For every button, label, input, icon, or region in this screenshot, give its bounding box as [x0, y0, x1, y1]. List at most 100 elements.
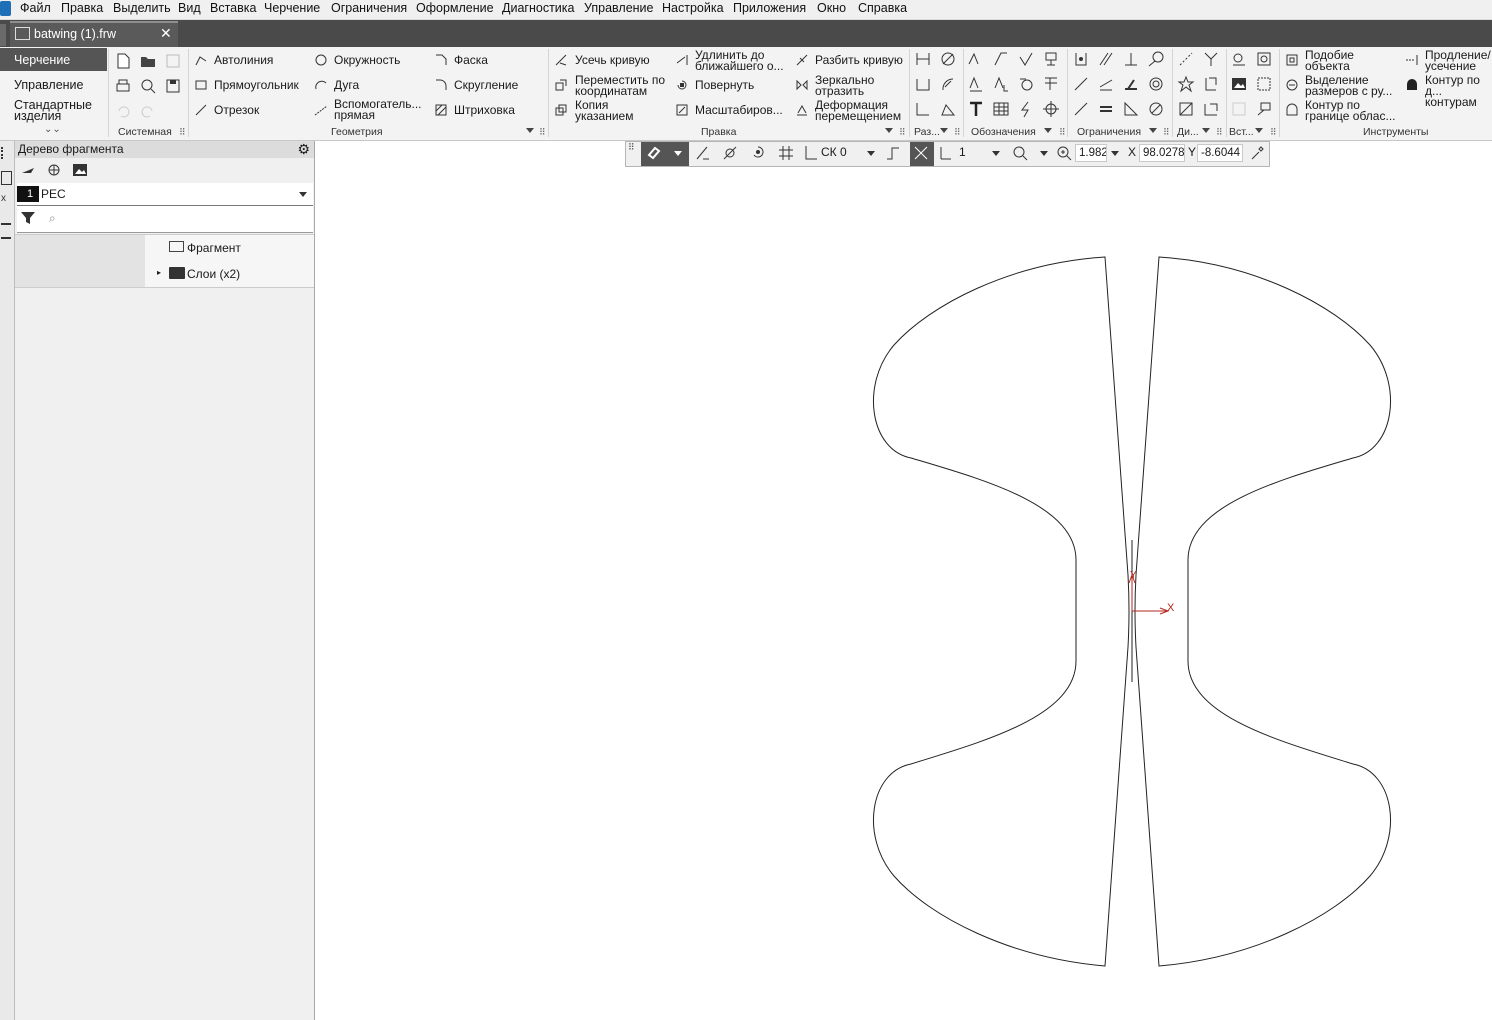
gear-icon[interactable]: ⚙: [297, 141, 310, 158]
diameter-dimension-icon[interactable]: [939, 50, 957, 68]
auxiliary-line-button[interactable]: Вспомогатель... прямая: [334, 98, 429, 121]
cs-dropdown-icon[interactable]: [867, 151, 875, 156]
grid-icon[interactable]: [778, 145, 794, 161]
select-dims-button[interactable]: Выделение размеров с ру...: [1305, 74, 1400, 97]
zoom-dropdown-icon[interactable]: [1040, 151, 1048, 156]
redo-icon[interactable]: [139, 102, 157, 120]
text-leader-icon[interactable]: [967, 75, 985, 93]
rectangle-button[interactable]: Прямоугольник: [214, 78, 299, 92]
menu-insert[interactable]: Вставка: [210, 1, 256, 15]
base-icon[interactable]: [1017, 50, 1035, 68]
layers-toggle-icon[interactable]: [1, 223, 11, 239]
tab-stub[interactable]: [0, 24, 6, 46]
zoom-value-dropdown-icon[interactable]: [1111, 151, 1119, 156]
mode-drawing[interactable]: Черчение: [14, 54, 70, 67]
print-icon[interactable]: [114, 77, 132, 95]
tolerance-icon[interactable]: [1042, 50, 1060, 68]
tree-toggle-icon[interactable]: [1, 147, 13, 159]
menu-file[interactable]: Файл: [20, 1, 51, 15]
linear-dimension-icon[interactable]: [914, 50, 932, 68]
group-grip[interactable]: ⠿: [539, 127, 546, 138]
tree-search-input[interactable]: [67, 210, 301, 228]
group-grip[interactable]: ⠿: [1163, 127, 1170, 138]
equal-radius-icon[interactable]: [1147, 100, 1165, 118]
rotate-button[interactable]: Повернуть: [695, 78, 754, 92]
insert-object-icon[interactable]: [1255, 75, 1273, 93]
length-icon[interactable]: [1177, 75, 1195, 93]
save-as-icon[interactable]: [164, 77, 182, 95]
variables-toggle-icon[interactable]: x: [1, 193, 6, 204]
collinear-icon[interactable]: [1097, 75, 1115, 93]
drawing-canvas[interactable]: X Y: [315, 168, 1492, 1020]
chevron-down-icon[interactable]: [299, 192, 307, 197]
close-tab-icon[interactable]: ✕: [160, 25, 172, 42]
mode-standard-parts[interactable]: Стандартные изделия: [14, 99, 94, 123]
mirror-button[interactable]: Зеркально отразить: [815, 74, 905, 97]
scale-button[interactable]: Масштабиров...: [695, 103, 783, 117]
table-mark-icon[interactable]: [1042, 75, 1060, 93]
roughness-icon[interactable]: [967, 50, 985, 68]
horizontal-icon[interactable]: [1072, 75, 1090, 93]
angle-measure-icon[interactable]: [1202, 50, 1220, 68]
dynamic-input-icon[interactable]: [750, 145, 766, 161]
segment-button[interactable]: Отрезок: [214, 103, 259, 117]
coincident-icon[interactable]: [1122, 75, 1140, 93]
center-mark-icon[interactable]: [1042, 100, 1060, 118]
concentric-icon[interactable]: [1147, 75, 1165, 93]
extend-button[interactable]: Удлинить до ближайшего о...: [695, 49, 790, 72]
vertical-icon[interactable]: [1072, 100, 1090, 118]
x-coordinate-field[interactable]: 98.0278: [1139, 144, 1185, 162]
extend-trim-button[interactable]: Продление/ усечение: [1425, 49, 1492, 72]
trim-curve-button[interactable]: Усечь кривую: [575, 53, 650, 67]
equal-icon[interactable]: [1097, 100, 1115, 118]
tangent-icon[interactable]: [1147, 50, 1165, 68]
properties-toggle-icon[interactable]: [1, 171, 12, 185]
chain-dimension-icon[interactable]: [914, 75, 932, 93]
arc-button[interactable]: Дуга: [334, 78, 359, 92]
menu-view[interactable]: Вид: [178, 1, 201, 15]
document-tab[interactable]: batwing (1).frw ✕: [10, 21, 178, 47]
menu-drawing[interactable]: Черчение: [264, 1, 320, 15]
insert-image-icon[interactable]: [1230, 75, 1248, 93]
menu-constraints[interactable]: Ограничения: [331, 1, 407, 15]
local-snap-icon[interactable]: [695, 145, 711, 161]
group-dimensions-dropdown-icon[interactable]: [940, 128, 948, 133]
distance-icon[interactable]: [1177, 50, 1195, 68]
group-insert-dropdown-icon[interactable]: [1255, 128, 1263, 133]
text-icon[interactable]: [967, 100, 985, 118]
menu-window[interactable]: Окно: [817, 1, 846, 15]
group-grip[interactable]: ⠿: [1270, 127, 1277, 138]
save-icon[interactable]: [164, 52, 182, 70]
menu-edit[interactable]: Правка: [61, 1, 103, 15]
filter-icon[interactable]: [20, 210, 36, 226]
baseline-dimension-icon[interactable]: [914, 100, 932, 118]
zoom-window-icon[interactable]: [1012, 145, 1028, 161]
menu-select[interactable]: Выделить: [113, 1, 171, 15]
tree-row-fragment[interactable]: Фрагмент: [15, 234, 314, 262]
split-curve-button[interactable]: Разбить кривую: [815, 53, 903, 67]
menu-apps[interactable]: Приложения: [733, 1, 806, 15]
contour-by-region-button[interactable]: Контур по границе облас...: [1305, 99, 1400, 122]
app-logo-icon[interactable]: [0, 1, 11, 16]
mark-icon[interactable]: [1017, 75, 1035, 93]
preview-icon[interactable]: [139, 77, 157, 95]
mode-manage[interactable]: Управление: [14, 79, 84, 92]
zoom-input[interactable]: 1.982: [1075, 144, 1107, 162]
menu-design[interactable]: Оформление: [416, 1, 494, 15]
expand-modes-icon[interactable]: ⌄⌄: [44, 124, 61, 135]
position-icon[interactable]: [992, 75, 1010, 93]
group-edit-dropdown-icon[interactable]: [885, 128, 893, 133]
group-grip[interactable]: ⠿: [1216, 127, 1223, 138]
new-document-icon[interactable]: [114, 52, 132, 70]
step-dropdown-icon[interactable]: [992, 151, 1000, 156]
image-view-icon[interactable]: [72, 162, 88, 178]
step-value[interactable]: 1: [959, 145, 966, 159]
circle-button[interactable]: Окружность: [334, 53, 400, 67]
symmetry-icon[interactable]: [1122, 100, 1140, 118]
parallel-icon[interactable]: [1097, 50, 1115, 68]
move-by-coords-button[interactable]: Переместить по координатам: [575, 74, 670, 97]
group-grip[interactable]: ⠿: [1059, 127, 1066, 138]
wave-line-icon[interactable]: [1017, 100, 1035, 118]
sketch-filter-icon[interactable]: [20, 162, 36, 178]
table-icon[interactable]: [992, 100, 1010, 118]
